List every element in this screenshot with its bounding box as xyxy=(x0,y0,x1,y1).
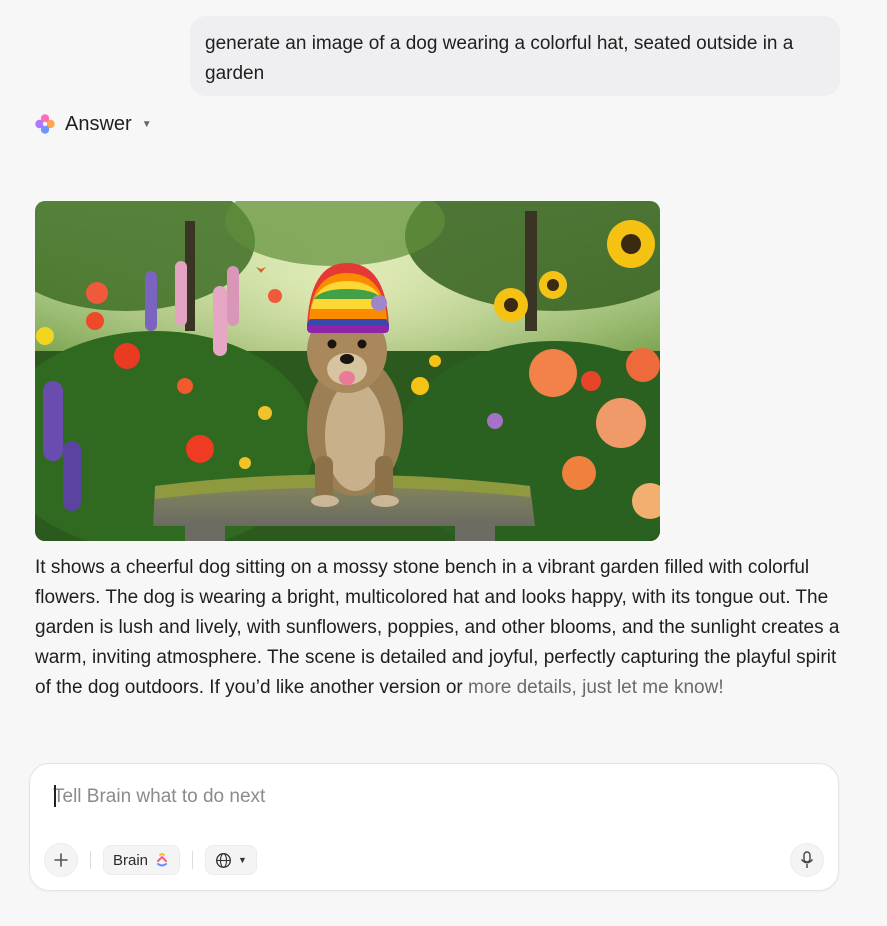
web-search-toggle[interactable]: ▼ xyxy=(205,845,257,875)
dog-garden-image xyxy=(35,201,660,541)
answer-text-faded: more details, just let me know! xyxy=(468,677,724,698)
caret-down-icon: ▼ xyxy=(238,855,247,865)
model-label: Brain xyxy=(113,851,149,869)
user-message-text: generate an image of a dog wearing a col… xyxy=(205,33,794,84)
globe-icon xyxy=(216,852,231,868)
answer-label: Answer xyxy=(65,112,132,135)
plus-icon xyxy=(54,853,68,867)
microphone-icon xyxy=(800,851,814,868)
composer: Brain ▼ xyxy=(29,763,839,891)
brain-logo-icon xyxy=(157,853,168,867)
generated-image[interactable] xyxy=(35,201,660,541)
prompt-input[interactable] xyxy=(53,782,793,812)
add-button[interactable] xyxy=(44,843,78,877)
text-cursor xyxy=(54,785,56,807)
chat-page: generate an image of a dog wearing a col… xyxy=(0,0,887,926)
composer-toolbar: Brain ▼ xyxy=(44,843,257,877)
user-message-bubble: generate an image of a dog wearing a col… xyxy=(190,16,840,96)
microphone-button[interactable] xyxy=(790,843,824,877)
toolbar-divider xyxy=(192,851,194,869)
answer-mode-toggle[interactable]: Answer ▼ xyxy=(33,110,152,138)
model-selector-button[interactable]: Brain xyxy=(103,845,181,875)
brain-logo-icon xyxy=(35,114,55,134)
toolbar-divider xyxy=(90,851,91,869)
caret-down-icon: ▼ xyxy=(141,118,152,130)
answer-text: It shows a cheerful dog sitting on a mos… xyxy=(35,553,845,703)
